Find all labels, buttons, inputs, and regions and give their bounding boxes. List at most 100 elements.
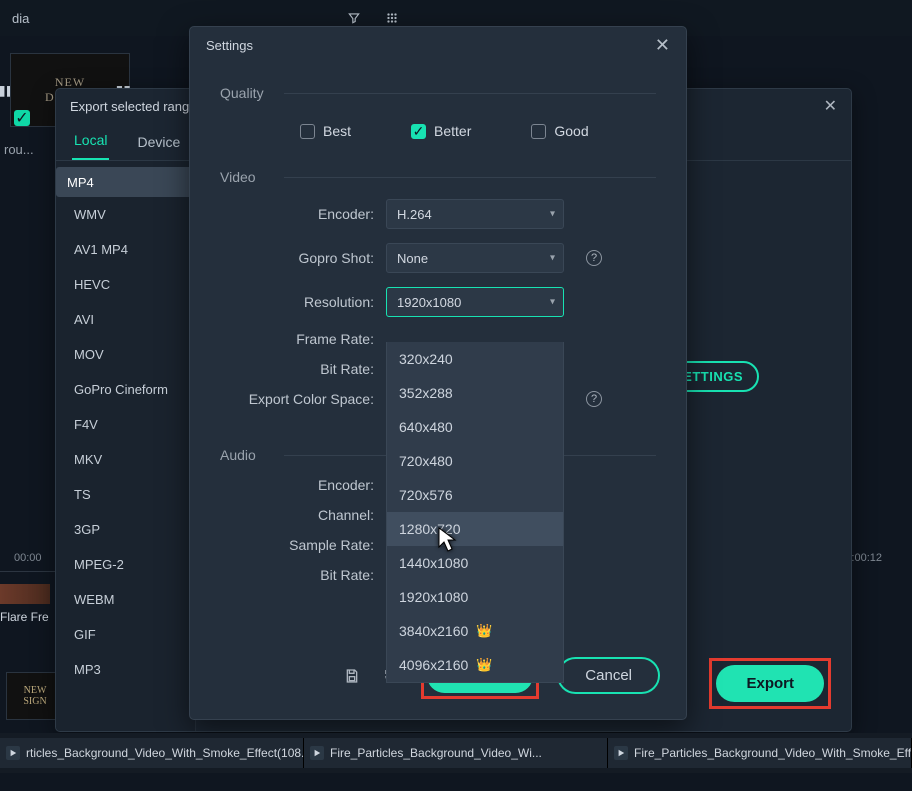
- settings-title-bar: Settings ✕: [190, 27, 686, 63]
- samplerate-label: Sample Rate:: [220, 537, 374, 553]
- encoder-select[interactable]: H.264 ▾: [386, 199, 564, 229]
- format-item[interactable]: MP3: [56, 652, 195, 687]
- resolution-option[interactable]: 352x288: [387, 376, 563, 410]
- resolution-option-label: 720x576: [399, 487, 453, 503]
- resolution-option[interactable]: 320x240: [387, 342, 563, 376]
- resolution-option-label: 640x480: [399, 419, 453, 435]
- checkbox-icon: [531, 124, 546, 139]
- quality-label: Better: [434, 123, 471, 139]
- format-item[interactable]: MP4: [56, 167, 195, 197]
- resolution-option[interactable]: 1440x1080: [387, 546, 563, 580]
- resolution-option[interactable]: 4096x2160 👑: [387, 648, 563, 682]
- resolution-option-label: 1920x1080: [399, 589, 468, 605]
- format-item[interactable]: HEVC: [56, 267, 195, 302]
- framerate-label: Frame Rate:: [220, 331, 374, 347]
- chevron-down-icon: ▾: [550, 209, 555, 220]
- encoder-label: Encoder:: [220, 206, 374, 222]
- format-item[interactable]: MKV: [56, 442, 195, 477]
- resolution-option[interactable]: 1280x720: [387, 512, 563, 546]
- play-icon: [614, 746, 628, 760]
- timeline-clip[interactable]: Fire_Particles_Background_Video_Wi...: [304, 738, 608, 768]
- quality-label: Good: [554, 123, 588, 139]
- gopro-label: Gopro Shot:: [220, 250, 374, 266]
- gopro-value: None: [397, 251, 428, 266]
- filter-icon[interactable]: [344, 8, 364, 28]
- grid-icon[interactable]: [382, 8, 402, 28]
- crown-icon: 👑: [476, 657, 492, 673]
- format-item[interactable]: F4V: [56, 407, 195, 442]
- channel-label: Channel:: [220, 507, 374, 523]
- thumb-checkbox[interactable]: ✓: [14, 110, 30, 126]
- clip-label: rticles_Background_Video_With_Smoke_Effe…: [26, 746, 304, 760]
- format-item[interactable]: MPEG-2: [56, 547, 195, 582]
- resolution-option-label: 3840x2160: [399, 623, 468, 639]
- quality-option-better[interactable]: ✓ Better: [411, 123, 471, 139]
- resolution-option-label: 1440x1080: [399, 555, 468, 571]
- format-item[interactable]: GoPro Cineform: [56, 372, 195, 407]
- resolution-value: 1920x1080: [397, 295, 461, 310]
- timeline-strip: rticles_Background_Video_With_Smoke_Effe…: [0, 733, 912, 773]
- close-icon[interactable]: ✕: [824, 96, 837, 116]
- encoder-value: H.264: [397, 207, 432, 222]
- format-item[interactable]: TS: [56, 477, 195, 512]
- checkbox-icon: ✓: [411, 124, 426, 139]
- format-item[interactable]: WEBM: [56, 582, 195, 617]
- timeline-clip[interactable]: rticles_Background_Video_With_Smoke_Effe…: [0, 738, 304, 768]
- resolution-option[interactable]: 1920x1080: [387, 580, 563, 614]
- export-tab[interactable]: Device: [135, 124, 182, 160]
- resolution-option-label: 320x240: [399, 351, 453, 367]
- play-icon: [6, 746, 20, 760]
- format-item[interactable]: AVI: [56, 302, 195, 337]
- thumb-text-small: NEW SIGN: [23, 685, 46, 707]
- format-item[interactable]: 3GP: [56, 512, 195, 547]
- format-item[interactable]: AV1 MP4: [56, 232, 195, 267]
- format-list: MP4WMVAV1 MP4HEVCAVIMOVGoPro CineformF4V…: [56, 161, 196, 731]
- resolution-option[interactable]: 640x480: [387, 410, 563, 444]
- check-icon: ✓: [14, 110, 30, 126]
- close-icon[interactable]: ✕: [655, 35, 670, 56]
- play-icon: [310, 746, 324, 760]
- export-button[interactable]: Export: [716, 665, 824, 702]
- resolution-option-label: 1280x720: [399, 521, 461, 537]
- gopro-select[interactable]: None ▾: [386, 243, 564, 273]
- video-bitrate-label: Bit Rate:: [220, 361, 374, 377]
- cancel-button[interactable]: Cancel: [557, 657, 660, 694]
- quality-option-best[interactable]: Best: [300, 123, 351, 139]
- export-button-highlight: Export: [709, 658, 831, 709]
- chevron-down-icon: ▾: [550, 253, 555, 264]
- section-quality: Quality: [220, 85, 656, 101]
- toolbar-label-trunc: dia: [12, 11, 29, 26]
- resolution-option-label: 4096x2160: [399, 657, 468, 673]
- resolution-select[interactable]: 1920x1080 ▾: [386, 287, 564, 317]
- export-tab[interactable]: Local: [72, 122, 109, 160]
- quality-label: Best: [323, 123, 351, 139]
- timeline-clip[interactable]: Fire_Particles_Background_Video_With_Smo…: [608, 738, 912, 768]
- settings-dialog: Settings ✕ Quality Best ✓ Better Good Vi…: [189, 26, 687, 720]
- format-item[interactable]: WMV: [56, 197, 195, 232]
- group-label: rou...: [4, 142, 34, 157]
- clip-label: Fire_Particles_Background_Video_With_Smo…: [634, 746, 912, 760]
- export-title: Export selected range: [70, 99, 196, 114]
- resolution-option[interactable]: 3840x2160 👑: [387, 614, 563, 648]
- quality-option-good[interactable]: Good: [531, 123, 588, 139]
- settings-title: Settings: [206, 38, 253, 53]
- timecode-left: 00:00: [14, 552, 42, 564]
- resolution-label: Resolution:: [220, 294, 374, 310]
- audio-bitrate-label: Bit Rate:: [220, 567, 374, 583]
- chevron-down-icon: ▾: [550, 297, 555, 308]
- settings-body: Quality Best ✓ Better Good Video Encoder…: [190, 63, 686, 638]
- help-icon[interactable]: ?: [586, 250, 602, 266]
- help-icon[interactable]: ?: [586, 391, 602, 407]
- crown-icon: 👑: [476, 623, 492, 639]
- save-preset-icon[interactable]: [341, 665, 363, 687]
- format-item[interactable]: MOV: [56, 337, 195, 372]
- resolution-option-label: 352x288: [399, 385, 453, 401]
- colorspace-label: Export Color Space:: [220, 391, 374, 407]
- format-item[interactable]: GIF: [56, 617, 195, 652]
- resolution-dropdown[interactable]: 320x240 352x288 640x480 720x480 720x576 1280x…: [386, 342, 564, 683]
- resolution-option[interactable]: 720x576: [387, 478, 563, 512]
- audio-encoder-label: Encoder:: [220, 477, 374, 493]
- resolution-option[interactable]: 720x480: [387, 444, 563, 478]
- resolution-option-label: 720x480: [399, 453, 453, 469]
- timeline-label: Flare Fre: [0, 610, 49, 624]
